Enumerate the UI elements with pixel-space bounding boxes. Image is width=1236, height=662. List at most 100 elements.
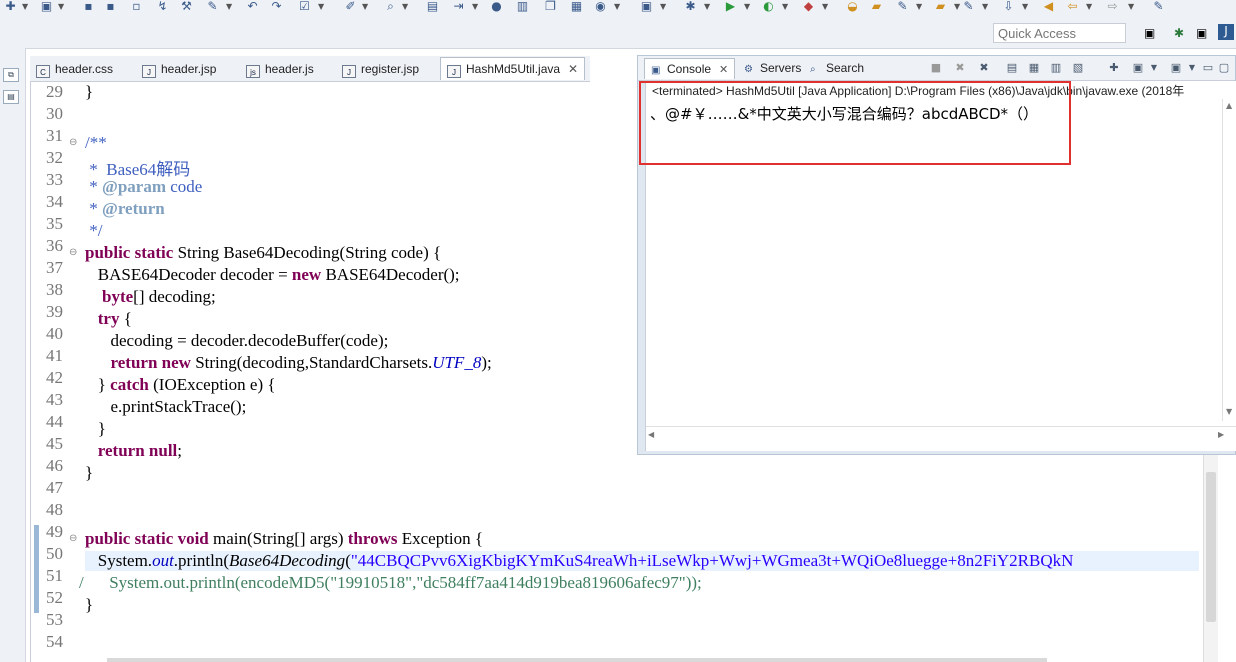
annotation-icon[interactable]: ✎ [962,0,975,13]
tab-hashmd5util-java[interactable]: J HashMd5Util.java ✕ [440,57,586,80]
tab-console[interactable]: ▣ Console ✕ [644,58,736,79]
pencil-icon[interactable]: ✎ [896,0,909,13]
chevron-down-icon[interactable]: ▼ [782,2,788,11]
export-icon[interactable]: ⇥ [452,0,465,13]
table-icon[interactable]: ▦ [570,0,583,13]
tab-header-jsp[interactable]: Jheader.jsp [142,58,216,80]
open-type-icon[interactable]: ◒ [846,0,859,13]
clipboard-icon[interactable]: ▥ [516,0,529,13]
chevron-down-icon[interactable]: ▼ [822,2,828,11]
chevron-down-icon[interactable]: ▼ [472,2,478,11]
restore-icon[interactable]: ⧉ [3,68,19,82]
chevron-down-icon[interactable]: ▼ [362,2,368,11]
coverage-icon[interactable]: ◐ [762,0,775,13]
pin-editor-icon[interactable]: ✎ [1152,0,1165,13]
redo-icon[interactable]: ↷ [270,0,283,13]
package-explorer-icon[interactable]: ▤ [3,90,19,104]
scroll-left-icon[interactable]: ◀ [648,430,654,439]
search-icon[interactable]: ⌕ [384,0,397,13]
tab-register-jsp[interactable]: Jregister.jsp [342,58,419,80]
pen-icon[interactable]: ✐ [344,0,357,13]
chevron-down-icon[interactable]: ▼ [402,2,408,11]
fold-toggle-icon[interactable]: ⊖ [69,533,77,544]
open-perspective-icon[interactable]: ▣ [1144,26,1155,40]
open-folder-icon[interactable]: ▰ [934,0,947,13]
scroll-thumb[interactable] [1206,472,1216,622]
chevron-down-icon[interactable]: ▼ [1186,62,1198,74]
forward-icon[interactable]: ⇨ [1106,0,1119,13]
debug-perspective-icon[interactable]: ✱ [1174,26,1184,40]
chevron-down-icon[interactable]: ▼ [1148,62,1160,74]
server-icon[interactable]: ◉ [594,0,607,13]
console-vertical-scrollbar[interactable]: ▲ ▼ [1222,99,1236,421]
next-annotation-icon[interactable]: ⇩ [1002,0,1015,13]
display-console-icon[interactable]: ▣ [1132,62,1144,74]
chevron-down-icon[interactable]: ▼ [982,2,988,11]
globe-icon[interactable]: ● [490,0,503,13]
java-ee-perspective-icon[interactable]: J [1218,24,1234,40]
new-console-icon[interactable]: ▣ [1170,62,1182,74]
pin-console-icon[interactable]: ✚ [1108,62,1120,74]
terminal-icon[interactable]: ▣ [640,0,653,13]
scroll-lock-icon[interactable]: ▦ [1028,62,1040,74]
word-wrap-icon[interactable]: ▥ [1050,62,1062,74]
tab-header-js[interactable]: js header.js [246,58,314,80]
run-icon[interactable]: ▶ [724,0,737,13]
scroll-right-icon[interactable]: ▶ [1218,430,1224,439]
tab-servers[interactable]: ⚙ Servers [744,58,801,78]
code-line-38: byte[] decoding; [102,287,216,306]
layout-icon[interactable]: ▤ [426,0,439,13]
scroll-up-icon[interactable]: ▲ [1226,101,1232,110]
console-icon: ▣ [651,65,661,76]
editor-vertical-scrollbar[interactable] [1203,452,1218,662]
new-icon[interactable]: ✚ [4,0,17,13]
save-icon[interactable]: ▪ [82,0,95,13]
java-perspective-icon[interactable]: ▣ [1196,26,1207,40]
clear-console-icon[interactable]: ▤ [1006,62,1018,74]
folder-icon[interactable]: ▰ [870,0,883,13]
build-icon[interactable]: ⚒ [180,0,193,13]
line-number-gutter: 29 30 31 32 33 34 35 36 37 38 39 40 41 42 43 44 45 46 47 48… [31,82,79,662]
close-icon[interactable]: ✕ [719,64,728,76]
show-on-output-icon[interactable]: ▧ [1072,62,1084,74]
chevron-down-icon[interactable]: ▼ [1086,2,1092,11]
chevron-down-icon[interactable]: ▼ [660,2,666,11]
fold-toggle-icon[interactable]: ⊖ [69,137,77,148]
chevron-down-icon[interactable]: ▼ [916,2,922,11]
chevron-down-icon[interactable]: ▼ [1022,2,1028,11]
chevron-down-icon[interactable]: ▼ [704,2,710,11]
quick-access-input[interactable] [993,23,1126,43]
chevron-down-icon[interactable]: ▼ [22,2,28,11]
fold-toggle-icon[interactable]: ⊖ [69,247,77,258]
tab-search[interactable]: ⌕ Search [810,58,864,78]
chevron-down-icon[interactable]: ▼ [318,2,324,11]
wrench-icon[interactable]: ✎ [206,0,219,13]
undo-icon[interactable]: ↶ [246,0,259,13]
console-horizontal-scrollbar[interactable]: ◀ ▶ [646,426,1236,442]
scroll-down-icon[interactable]: ▼ [1226,407,1232,416]
close-icon[interactable]: ✕ [568,62,578,76]
external-tools-icon[interactable]: ◆ [802,0,815,13]
java-icon[interactable]: ↯ [156,0,169,13]
print-icon[interactable]: ▫ [130,0,143,13]
remove-launch-icon[interactable]: ✖ [954,62,966,74]
chevron-down-icon[interactable]: ▼ [58,2,64,11]
copy-icon[interactable]: ❐ [544,0,557,13]
minimize-icon[interactable]: ▭ [1202,62,1214,74]
debug-icon[interactable]: ✱ [684,0,697,13]
editor-horizontal-scrollbar[interactable] [107,658,1047,662]
chevron-down-icon[interactable]: ▼ [744,2,750,11]
tab-header-css[interactable]: Cheader.css [36,58,113,80]
last-edit-icon[interactable]: ◀ [1042,0,1055,13]
new-package-icon[interactable]: ▣ [40,0,53,13]
chevron-down-icon[interactable]: ▼ [954,2,960,11]
task-icon[interactable]: ☑ [298,0,311,13]
chevron-down-icon[interactable]: ▼ [226,2,232,11]
terminate-icon[interactable]: ■ [930,62,942,74]
remove-all-icon[interactable]: ✖ [978,62,990,74]
back-icon[interactable]: ⇦ [1066,0,1079,13]
chevron-down-icon[interactable]: ▼ [614,2,620,11]
maximize-icon[interactable]: ▢ [1218,62,1230,74]
chevron-down-icon[interactable]: ▼ [1128,2,1134,11]
save-all-icon[interactable]: ▪ [104,0,117,13]
